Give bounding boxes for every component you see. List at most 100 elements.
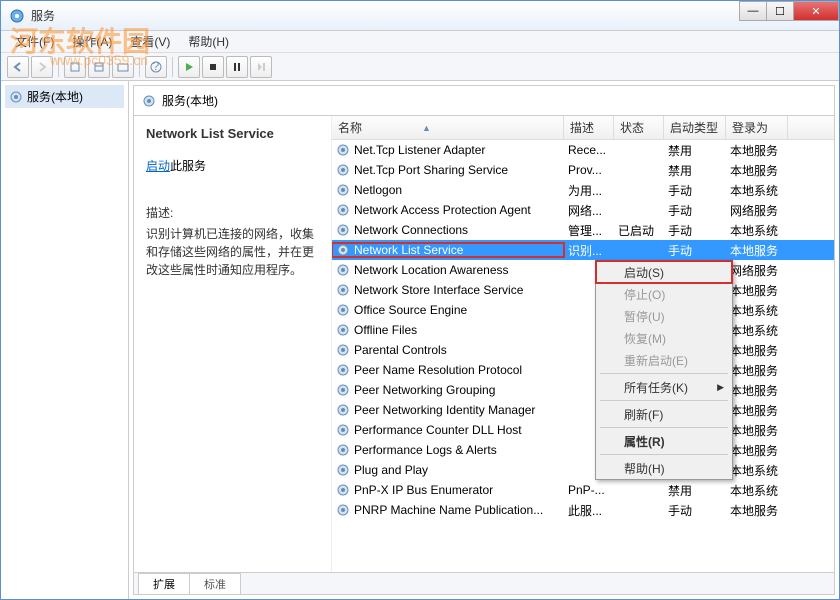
table-row[interactable]: Network Location Awareness网络服务 [332, 260, 834, 280]
gear-icon [336, 463, 350, 477]
start-cell: 手动 [664, 202, 726, 219]
table-row[interactable]: Network Connections管理...已启动手动本地系统 [332, 220, 834, 240]
close-button[interactable]: ✕ [793, 1, 839, 21]
table-row[interactable]: Peer Networking Grouping本地服务 [332, 380, 834, 400]
table-row[interactable]: Network Access Protection Agent网络...手动网络… [332, 200, 834, 220]
logon-cell: 本地服务 [726, 382, 788, 399]
table-row[interactable]: PNRP Machine Name Publication...此服...手动本… [332, 500, 834, 520]
pause-button[interactable] [226, 56, 248, 78]
desc-text: 识别计算机已连接的网络，收集和存储这些网络的属性，并在更改这些属性时通知应用程序… [146, 225, 319, 279]
properties-button[interactable] [64, 56, 86, 78]
logon-cell: 本地服务 [726, 242, 788, 259]
context-menu-item[interactable]: 启动(S) [596, 261, 732, 283]
menu-file[interactable]: 文件(F) [7, 31, 62, 52]
start-link[interactable]: 启动 [146, 159, 170, 173]
submenu-arrow-icon: ▶ [717, 382, 724, 393]
service-name-cell: Plug and Play [354, 463, 428, 477]
gear-icon [336, 443, 350, 457]
context-menu-item[interactable]: 帮助(H) [596, 457, 732, 479]
gear-icon [9, 90, 23, 104]
service-name-cell: Network Store Interface Service [354, 283, 523, 297]
table-row[interactable]: Net.Tcp Listener Adapter Rece... 禁用本地服务 [332, 140, 834, 160]
col-logon[interactable]: 登录为 [726, 116, 788, 139]
context-menu-item[interactable]: 所有任务(K)▶ [596, 376, 732, 398]
minimize-button[interactable]: — [739, 1, 767, 21]
gear-icon [336, 263, 350, 277]
service-name-cell: Performance Logs & Alerts [354, 443, 497, 457]
export-button[interactable] [88, 56, 110, 78]
logon-cell: 本地服务 [726, 282, 788, 299]
refresh-button[interactable] [112, 56, 134, 78]
gear-icon [336, 243, 350, 257]
service-name-cell: Net.Tcp Listener Adapter [354, 143, 485, 157]
service-name-cell: PNRP Machine Name Publication... [354, 503, 543, 517]
table-row[interactable]: Performance Logs & Alerts本地服务 [332, 440, 834, 460]
back-button[interactable] [7, 56, 29, 78]
table-row[interactable]: Offline Files本地系统 [332, 320, 834, 340]
col-name[interactable]: 名称▲ [332, 116, 564, 139]
start-cell: 禁用 [664, 142, 726, 159]
help-button[interactable]: ? [145, 56, 167, 78]
stop-button[interactable] [202, 56, 224, 78]
logon-cell: 本地服务 [726, 362, 788, 379]
service-name-cell: Net.Tcp Port Sharing Service [354, 163, 508, 177]
start-cell: 禁用 [664, 482, 726, 499]
table-row[interactable]: Parental Controls本地服务 [332, 340, 834, 360]
restart-button[interactable] [250, 56, 272, 78]
start-cell: 手动 [664, 222, 726, 239]
logon-cell: 本地系统 [726, 222, 788, 239]
gear-icon [336, 383, 350, 397]
table-row[interactable]: PnP-X IP Bus EnumeratorPnP-...禁用本地系统 [332, 480, 834, 500]
service-name-cell: Parental Controls [354, 343, 447, 357]
gear-icon [142, 94, 156, 108]
table-row[interactable]: Network Store Interface Service 本地服务 [332, 280, 834, 300]
service-name-cell: Network Location Awareness [354, 263, 509, 277]
table-row[interactable]: Peer Networking Identity Manager本地服务 [332, 400, 834, 420]
menu-help[interactable]: 帮助(H) [180, 31, 237, 52]
tab-standard[interactable]: 标准 [189, 573, 241, 594]
logon-cell: 本地系统 [726, 462, 788, 479]
tabs: 扩展 标准 [134, 572, 834, 594]
context-menu-item[interactable]: 属性(R) [596, 430, 732, 452]
menu-action[interactable]: 操作(A) [64, 31, 120, 52]
context-menu-item: 重新启动(E) [596, 349, 732, 371]
table-row[interactable]: Net.Tcp Port Sharing ServiceProv...禁用本地服… [332, 160, 834, 180]
table-row[interactable]: Network List Service识别...手动本地服务 [332, 240, 834, 260]
window-title: 服务 [31, 7, 55, 24]
tree-item-services[interactable]: 服务(本地) [5, 85, 124, 108]
gear-icon [336, 403, 350, 417]
start-button[interactable] [178, 56, 200, 78]
start-cell: 手动 [664, 182, 726, 199]
tab-extended[interactable]: 扩展 [138, 573, 190, 594]
list-body: Net.Tcp Listener AdapterRece...禁用本地服务Net… [332, 140, 834, 572]
gear-icon [336, 163, 350, 177]
table-row[interactable]: Office Source Engine本地系统 [332, 300, 834, 320]
gear-icon [336, 283, 350, 297]
col-start[interactable]: 启动类型 [664, 116, 726, 139]
maximize-button[interactable]: ☐ [766, 1, 794, 21]
logon-cell: 本地服务 [726, 422, 788, 439]
tree-panel: 服务(本地) [1, 81, 129, 599]
status-cell: 已启动 [614, 222, 664, 239]
titlebar[interactable]: 服务 — ☐ ✕ [1, 1, 839, 31]
service-name-cell: Peer Networking Identity Manager [354, 403, 535, 417]
desc-cell: 识别... [564, 242, 614, 259]
table-row[interactable]: Peer Name Resolution Protocol本地服务 [332, 360, 834, 380]
desc-cell: PnP-... [564, 483, 614, 497]
context-menu-item[interactable]: 刷新(F) [596, 403, 732, 425]
context-menu-item: 停止(O) [596, 283, 732, 305]
menu-view[interactable]: 查看(V) [122, 31, 178, 52]
gear-icon [336, 363, 350, 377]
table-row[interactable]: Performance Counter DLL Host本地服务 [332, 420, 834, 440]
service-name-cell: Office Source Engine [354, 303, 467, 317]
col-desc[interactable]: 描述 [564, 116, 614, 139]
table-row[interactable]: Plug and Play 本地系统 [332, 460, 834, 480]
logon-cell: 本地服务 [726, 142, 788, 159]
table-row[interactable]: Netlogon为用...手动本地系统 [332, 180, 834, 200]
desc-cell: Rece... [564, 143, 614, 157]
context-menu: 启动(S)停止(O)暂停(U)恢复(M)重新启动(E)所有任务(K)▶刷新(F)… [595, 260, 733, 480]
service-name-cell: Netlogon [354, 183, 402, 197]
gear-icon [336, 323, 350, 337]
col-status[interactable]: 状态 [614, 116, 664, 139]
forward-button[interactable] [31, 56, 53, 78]
